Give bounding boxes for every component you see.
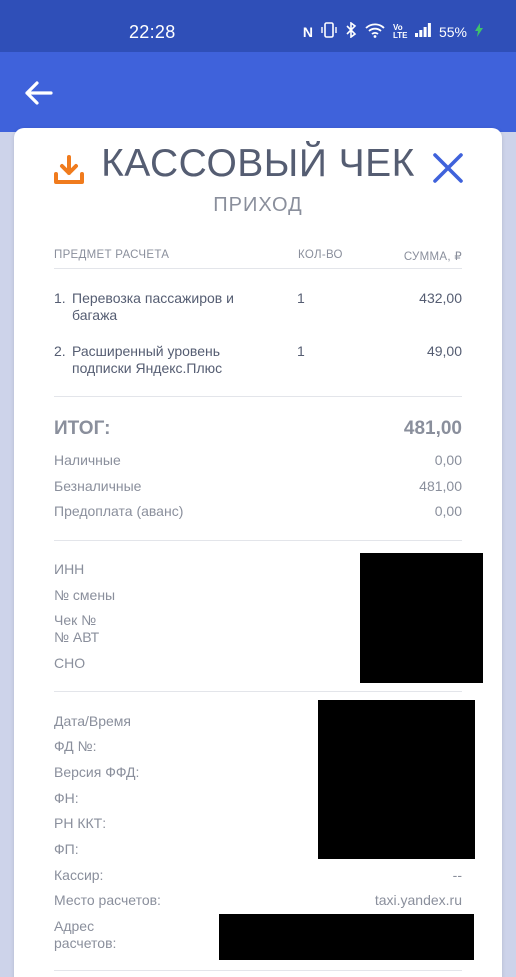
total-value: 481,00 [403,418,462,439]
payment-label: Безналичные [54,478,142,494]
column-header-qty: КОЛ-ВО [298,249,343,261]
nfc-icon: N [302,23,313,40]
receipt-card: КАССОВЫЙ ЧЕК ПРИХОД ПРЕДМЕТ РАСЧЕТА КОЛ-… [14,128,502,977]
receipt-subtitle: ПРИХОД [213,194,303,216]
arrow-left-icon [25,81,53,105]
payment-value: 481,00 [419,478,462,494]
bluetooth-icon [345,21,357,41]
item-qty: 1 [297,290,305,306]
redacted-block [219,914,474,960]
item-name: Расширенный уровень подписки Яндекс.Плюс [72,343,223,376]
divider [54,396,462,397]
fn-label: ФН: [54,790,79,806]
inn-label: ИНН [54,561,85,577]
address-label-line1: Адрес [54,918,95,934]
cashier-label: Кассир: [54,867,104,883]
item-number: 2. [54,343,66,359]
datetime-label: Дата/Время [54,713,132,729]
check-number-label: Чек № [54,612,97,628]
column-header-item: ПРЕДМЕТ РАСЧЕТА [54,249,170,261]
divider [54,970,462,971]
redacted-block [360,553,483,683]
divider [54,268,462,269]
column-header-sum: СУММА, ₽ [403,251,462,263]
item-number: 1. [54,290,66,306]
address-label-line2: расчетов: [54,935,117,951]
total-label: ИТОГ: [54,418,111,439]
payment-label: Наличные [54,452,121,468]
fd-label: ФД №: [54,738,97,754]
app-bar [0,52,516,132]
item-name: Перевозка пассажиров и багажа [72,290,234,323]
total-row: ИТОГ: 481,00 [54,418,462,440]
close-button[interactable] [430,150,466,186]
status-time: 22:28 [129,22,176,42]
back-button[interactable] [22,78,58,108]
payment-row: Предоплата (аванс) 0,00 [54,503,462,519]
fp-label: ФП: [54,841,79,857]
status-icons: N Vo LTE 55% [302,21,483,41]
charging-icon [475,23,483,40]
avt-number-label: № АВТ [54,629,100,645]
payment-value: 0,00 [434,503,462,519]
payment-row: Наличные 0,00 [54,452,462,468]
payment-label: Предоплата (аванс) [54,503,184,519]
shift-label: № смены [54,587,116,603]
sno-label: СНО [54,655,86,671]
divider [54,691,462,692]
item-qty: 1 [297,343,305,359]
cashier-value: -- [452,867,462,883]
receipt-title: КАССОВЫЙ ЧЕК [101,142,415,185]
payment-value: 0,00 [434,452,462,468]
ffd-version-label: Версия ФФД: [54,764,140,780]
vibrate-icon [321,22,337,41]
place-value: taxi.yandex.ru [374,892,462,908]
close-icon [433,153,463,183]
place-label: Место расчетов: [54,892,161,908]
volte-icon: Vo LTE [392,22,408,40]
item-sum: 49,00 [426,343,462,359]
item-sum: 432,00 [419,290,462,306]
battery-percent: 55% [438,23,467,40]
rn-kkt-label: РН ККТ: [54,815,107,831]
payment-row: Безналичные 481,00 [54,478,462,494]
redacted-block [318,700,475,859]
divider [54,540,462,541]
signal-icon [414,23,431,40]
wifi-icon [365,22,385,41]
status-bar: 22:28 N Vo LTE 55% [0,0,516,52]
